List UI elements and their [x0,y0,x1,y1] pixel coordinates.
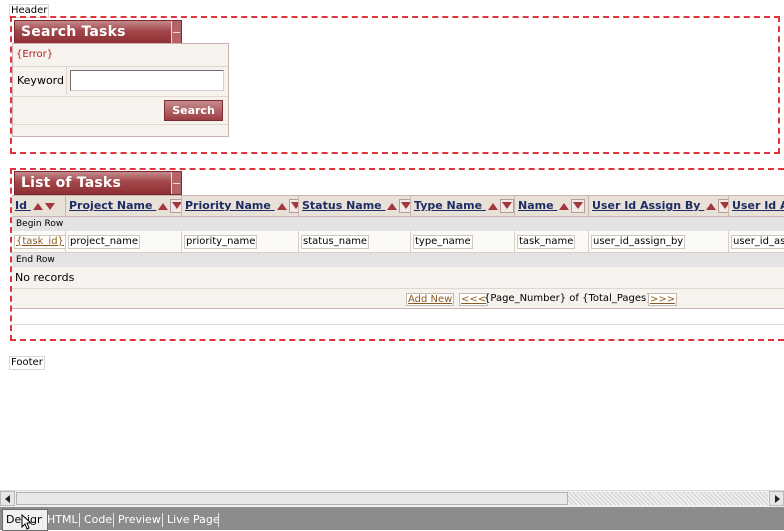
col-header-label: Status Name [302,199,382,212]
col-header-priority-name[interactable]: Priority Name [182,196,299,216]
keyword-label: Keyword [17,74,64,87]
sort-desc-icon [720,201,728,209]
col-header-user-id-assign-by[interactable]: User Id Assign By [589,196,729,216]
no-records-text: No records [15,271,75,284]
cell-task-id: {task_id} [12,231,66,252]
add-new-link[interactable]: Add New [406,293,455,306]
tab-live-page[interactable]: Live Page [167,512,220,528]
sort-asc-icon[interactable] [32,202,43,210]
tab-separator [79,513,80,527]
type-name-field: type_name [413,235,473,249]
tab-separator [113,513,114,527]
col-header-label: User Id Assign By [592,199,701,212]
scroll-right-icon[interactable] [769,491,784,506]
tab-code[interactable]: Code [84,512,112,528]
keyword-input[interactable] [70,70,224,91]
cell-type-name: type_name [411,231,515,252]
sort-desc-button[interactable] [399,199,410,213]
cell-user-id-assign-by: user_id_assign_by [589,231,729,252]
sort-desc-button[interactable] [288,199,298,213]
col-header-name[interactable]: Name [515,196,589,216]
project-name-field: project_name [68,235,141,249]
search-button[interactable]: Search [164,100,223,121]
sort-desc-button[interactable] [571,199,586,213]
sort-asc-icon[interactable] [706,202,717,210]
search-panel-header: Search Tasks [14,20,182,44]
tab-separator [162,513,163,527]
no-records-row: No records [12,267,784,289]
scroll-left-icon[interactable] [0,491,15,506]
user-id-assign-by-field: user_id_assign_by [591,235,686,249]
sort-asc-icon[interactable] [559,202,570,210]
col-header-type-name[interactable]: Type Name [411,196,515,216]
col-header-label: Name [518,199,554,212]
col-header-label: Priority Name [185,199,271,212]
keyword-row: Keyword [13,66,228,97]
end-row-band: End Row [12,253,784,267]
col-header-label: Project Name [69,199,153,212]
list-panel-title: List of Tasks [21,175,121,191]
begin-row-band: Begin Row [12,217,784,231]
mouse-cursor-icon [21,514,33,530]
sort-desc-button[interactable] [718,199,728,213]
col-header-project-name[interactable]: Project Name [66,196,182,216]
col-header-id[interactable]: Id [12,196,66,216]
list-panel-header: List of Tasks [14,171,182,195]
col-header-label: Type Name [414,199,483,212]
tab-html[interactable]: HTML [47,512,78,528]
panel-corner-icon [171,21,181,43]
tab-separator [218,513,219,527]
cell-priority-name: priority_name [182,231,299,252]
status-name-field: status_name [301,235,370,249]
tab-preview[interactable]: Preview [118,512,161,528]
sort-desc-button[interactable] [499,199,514,213]
sort-desc-button[interactable] [170,199,181,213]
scroll-track[interactable] [568,492,768,505]
view-tab-bar: Design HTML Code Preview Live Page [0,507,784,531]
error-text: {Error} [16,49,54,60]
task-name-field: task_name [517,235,576,249]
list-bottom-divider [12,324,784,325]
keyword-divider [66,66,67,95]
col-header-label: Id [15,199,27,212]
sort-asc-icon[interactable] [158,202,169,210]
sort-desc-icon [573,201,584,209]
cell-status-name: status_name [299,231,411,252]
sort-desc-icon [501,201,512,209]
error-row: {Error} [13,44,228,67]
col-header-status-name[interactable]: Status Name [299,196,411,216]
user-id-assign-to-field: user_id_as [731,235,784,249]
col-header-label: User Id As [732,199,784,212]
cell-project-name: project_name [66,231,182,252]
sort-desc-icon [401,201,410,209]
panel-corner-icon [171,172,181,194]
task-id-link[interactable]: {task_id} [14,235,66,249]
tab-separator [42,513,43,527]
navigator-row: Add New <<< {Page_Number} of {Total_Page… [12,289,784,309]
grid-header-row: Id Project Name Priority Name Status Nam… [12,195,784,217]
priority-name-field: priority_name [184,235,258,249]
button-row: Search [13,96,228,125]
sort-desc-icon [172,201,181,209]
col-header-user-id-assign-to[interactable]: User Id As [729,196,784,216]
next-page-link[interactable]: >>> [648,293,678,306]
horizontal-scrollbar[interactable] [0,490,784,507]
cell-task-name: task_name [515,231,589,252]
sort-asc-icon[interactable] [387,202,398,210]
sort-desc-icon[interactable] [44,202,55,210]
table-row: {task_id} project_name priority_name sta… [12,231,784,253]
sort-asc-icon[interactable] [487,202,498,210]
page-info: {Page_Number} of {Total_Pages} [484,293,653,304]
search-panel-title: Search Tasks [21,24,126,40]
scroll-thumb[interactable] [16,492,568,505]
footer-label: Footer [9,356,45,370]
cell-user-id-assign-to: user_id_as [729,231,784,252]
search-form: {Error} Keyword Search [12,43,229,137]
sort-desc-icon [290,201,298,209]
sort-asc-icon[interactable] [276,202,287,210]
